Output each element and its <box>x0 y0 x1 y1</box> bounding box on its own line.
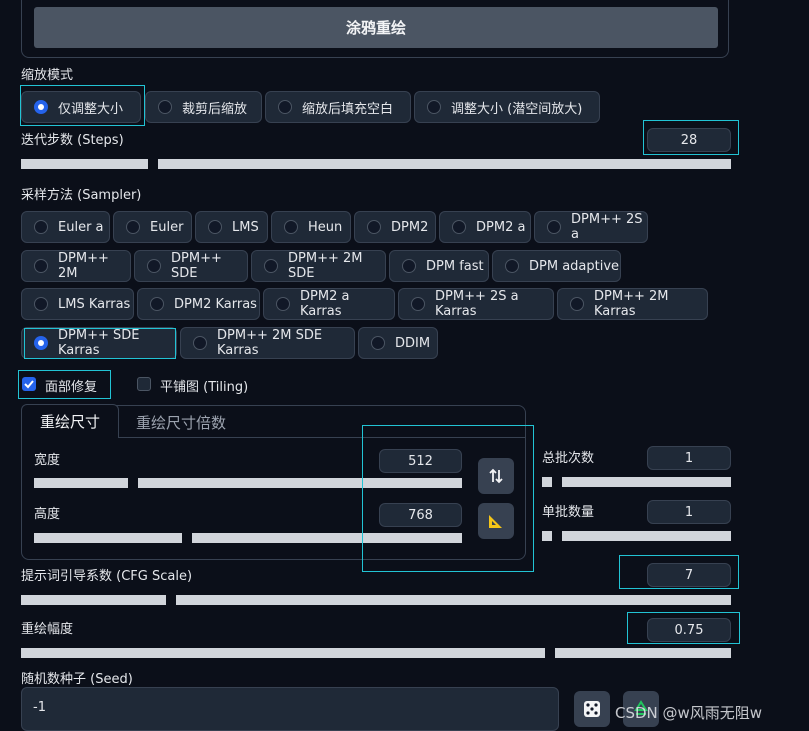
resize-mode-label: 缩放模式 <box>21 68 74 83</box>
sampler-option[interactable]: DPM++ 2S a Karras <box>398 288 554 320</box>
sampler-option[interactable]: DPM adaptive <box>492 250 621 282</box>
sampler-option[interactable]: LMS Karras <box>21 288 134 320</box>
width-slider[interactable] <box>34 478 462 488</box>
sampler-option[interactable]: DPM++ 2M <box>21 250 131 282</box>
radio-icon <box>278 100 292 114</box>
sampler-option[interactable]: DDIM <box>358 327 438 359</box>
sampler-label: 采样方法 (Sampler) <box>21 188 142 203</box>
sampler-option[interactable]: LMS <box>195 211 268 243</box>
radio-icon <box>34 297 48 311</box>
radio-icon <box>452 220 466 234</box>
sampler-option-selected[interactable]: DPM++ SDE Karras <box>21 327 177 359</box>
steps-label: 迭代步数 (Steps) <box>21 133 124 148</box>
steps-slider-thumb[interactable] <box>148 158 158 170</box>
batch-count-label: 总批次数 <box>542 451 595 466</box>
batch-size-input[interactable]: 1 <box>647 500 731 524</box>
resize-option-crop[interactable]: 裁剪后缩放 <box>145 91 262 123</box>
seed-value: -1 <box>33 700 46 715</box>
height-slider-thumb[interactable] <box>182 532 192 544</box>
sampler-option[interactable]: DPM2 a <box>439 211 531 243</box>
batch-size-label: 单批数量 <box>542 505 595 520</box>
sampler-option[interactable]: DPM2 Karras <box>137 288 260 320</box>
sampler-option[interactable]: Euler <box>113 211 192 243</box>
cfg-slider-thumb[interactable] <box>166 594 176 606</box>
denoise-slider-thumb[interactable] <box>545 647 555 659</box>
sampler-option[interactable]: DPM2 <box>354 211 436 243</box>
radio-icon <box>193 336 207 350</box>
batch-count-input[interactable]: 1 <box>647 446 731 470</box>
radio-icon <box>570 297 584 311</box>
radio-icon <box>402 259 416 273</box>
radio-icon <box>147 259 161 273</box>
watermark: CSDN @w风雨无阻w <box>615 704 763 722</box>
radio-icon <box>264 259 278 273</box>
face-restore-checkbox[interactable] <box>22 377 36 391</box>
tiling-checkbox[interactable] <box>137 377 151 391</box>
denoise-slider[interactable] <box>21 648 731 658</box>
random-seed-button[interactable] <box>574 691 610 727</box>
resize-option-just-resize[interactable]: 仅调整大小 <box>21 91 141 123</box>
swap-dimensions-button[interactable] <box>478 458 514 494</box>
radio-icon <box>158 100 172 114</box>
width-number-input[interactable]: 512 <box>379 449 462 473</box>
radio-icon <box>34 220 48 234</box>
radio-icon <box>150 297 164 311</box>
radio-icon <box>284 220 298 234</box>
cfg-slider[interactable] <box>21 595 731 605</box>
sampler-option[interactable]: DPM2 a Karras <box>263 288 395 320</box>
seed-label: 随机数种子 (Seed) <box>21 672 133 687</box>
batch-count-slider[interactable] <box>542 477 731 487</box>
tab-resize-by[interactable]: 重绘尺寸倍数 <box>136 412 226 433</box>
cfg-number-input[interactable]: 7 <box>647 563 731 587</box>
sampler-option[interactable]: DPM++ 2M Karras <box>557 288 708 320</box>
height-label: 高度 <box>34 507 61 522</box>
sampler-option[interactable]: Heun <box>271 211 351 243</box>
tab-resize-to[interactable]: 重绘尺寸 <box>21 404 119 438</box>
height-slider[interactable] <box>34 533 462 543</box>
radio-selected-icon <box>34 336 48 350</box>
batch-size-slider-thumb[interactable] <box>552 530 562 542</box>
radio-icon <box>505 259 519 273</box>
radio-selected-icon <box>34 100 48 114</box>
checkmark-icon <box>24 380 34 389</box>
face-restore-label: 面部修复 <box>45 380 98 395</box>
sampler-option[interactable]: DPM++ 2S a <box>534 211 648 243</box>
sampler-option[interactable]: DPM++ 2M SDE Karras <box>180 327 355 359</box>
sampler-option[interactable]: Euler a <box>21 211 110 243</box>
radio-icon <box>276 297 290 311</box>
cfg-label: 提示词引导系数 (CFG Scale) <box>21 569 193 584</box>
radio-icon <box>427 100 441 114</box>
steps-slider[interactable] <box>21 159 731 169</box>
width-slider-thumb[interactable] <box>128 477 138 489</box>
resize-option-fill[interactable]: 缩放后填充空白 <box>265 91 411 123</box>
tab-divider <box>119 437 525 438</box>
radio-icon <box>34 259 48 273</box>
radio-icon <box>371 336 385 350</box>
radio-icon <box>126 220 140 234</box>
batch-size-slider[interactable] <box>542 531 731 541</box>
resize-option-latent[interactable]: 调整大小 (潜空间放大) <box>414 91 600 123</box>
triangle-ruler-icon <box>489 515 502 528</box>
tiling-label: 平铺图 (Tiling) <box>160 380 249 395</box>
width-label: 宽度 <box>34 453 61 468</box>
height-number-input[interactable]: 768 <box>379 503 462 527</box>
aspect-ratio-button[interactable] <box>478 503 514 539</box>
radio-icon <box>547 220 561 234</box>
denoise-number-input[interactable]: 0.75 <box>647 618 731 642</box>
sampler-option[interactable]: DPM++ 2M SDE <box>251 250 386 282</box>
steps-number-input[interactable]: 28 <box>647 128 731 152</box>
radio-icon <box>411 297 425 311</box>
sampler-option[interactable]: DPM fast <box>389 250 489 282</box>
dice-icon <box>584 701 600 717</box>
seed-input[interactable]: -1 <box>21 687 559 731</box>
radio-icon <box>208 220 222 234</box>
swap-arrows-icon <box>489 468 503 484</box>
batch-count-slider-thumb[interactable] <box>552 476 562 488</box>
sampler-option[interactable]: DPM++ SDE <box>134 250 248 282</box>
radio-icon <box>367 220 381 234</box>
denoise-label: 重绘幅度 <box>21 622 74 637</box>
inpaint-sketch-button[interactable]: 涂鸦重绘 <box>34 7 718 48</box>
